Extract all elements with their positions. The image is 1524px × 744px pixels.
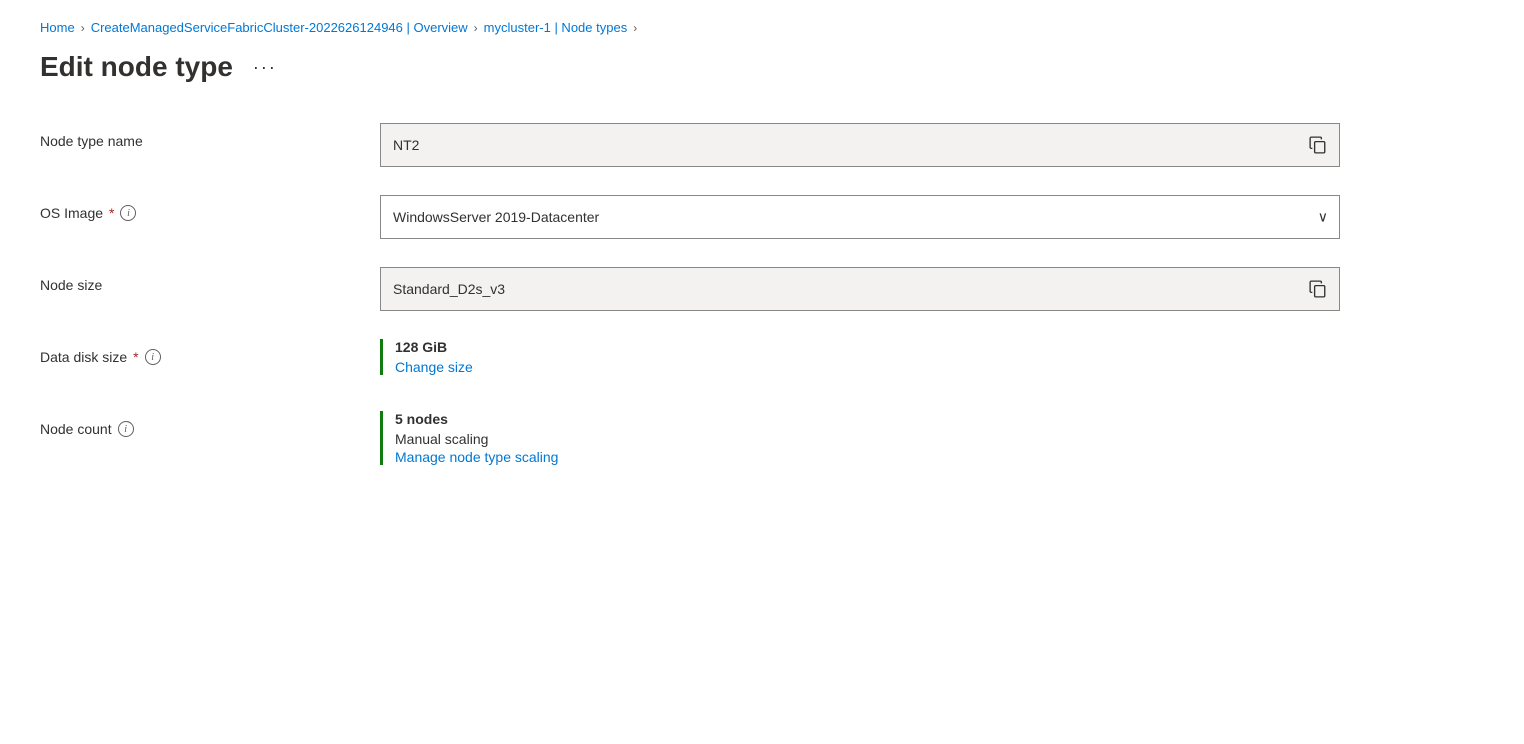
manage-node-scaling-link[interactable]: Manage node type scaling bbox=[395, 449, 558, 465]
node-type-name-label: Node type name bbox=[40, 123, 380, 149]
copy-icon-2 bbox=[1309, 280, 1327, 298]
node-type-name-input-area bbox=[380, 123, 1340, 167]
node-size-wrapper bbox=[380, 267, 1340, 311]
os-image-label: OS Image * i bbox=[40, 195, 380, 221]
os-image-input-area: WindowsServer 2019-Datacenter WindowsSer… bbox=[380, 195, 1340, 239]
node-count-value-bar: 5 nodes Manual scaling Manage node type … bbox=[380, 411, 1340, 465]
breadcrumb-home[interactable]: Home bbox=[40, 20, 75, 35]
change-size-link[interactable]: Change size bbox=[395, 359, 473, 375]
node-type-name-input[interactable] bbox=[380, 123, 1340, 167]
os-image-row: OS Image * i WindowsServer 2019-Datacent… bbox=[40, 195, 1440, 239]
node-count-scaling-type: Manual scaling bbox=[395, 431, 1340, 447]
breadcrumb-node-types[interactable]: mycluster-1 | Node types bbox=[484, 20, 628, 35]
breadcrumb-separator-3: › bbox=[633, 21, 637, 35]
breadcrumb-overview[interactable]: CreateManagedServiceFabricCluster-202262… bbox=[91, 20, 468, 35]
node-count-info-icon[interactable]: i bbox=[118, 421, 134, 437]
more-options-button[interactable]: ··· bbox=[245, 53, 285, 82]
node-count-label: Node count i bbox=[40, 411, 380, 437]
node-size-input-area bbox=[380, 267, 1340, 311]
data-disk-size-required: * bbox=[133, 349, 138, 365]
breadcrumb-separator-2: › bbox=[474, 21, 478, 35]
data-disk-size-label: Data disk size * i bbox=[40, 339, 380, 365]
page-header: Edit node type ··· bbox=[40, 51, 1484, 83]
node-type-name-copy-button[interactable] bbox=[1297, 124, 1339, 166]
os-image-required: * bbox=[109, 205, 114, 221]
node-size-row: Node size bbox=[40, 267, 1440, 311]
node-count-input-area: 5 nodes Manual scaling Manage node type … bbox=[380, 411, 1340, 465]
node-type-name-wrapper bbox=[380, 123, 1340, 167]
node-count-value: 5 nodes bbox=[395, 411, 1340, 427]
os-image-info-icon[interactable]: i bbox=[120, 205, 136, 221]
copy-icon bbox=[1309, 136, 1327, 154]
node-type-name-row: Node type name bbox=[40, 123, 1440, 167]
data-disk-size-row: Data disk size * i 128 GiB Change size bbox=[40, 339, 1440, 383]
node-size-input[interactable] bbox=[380, 267, 1340, 311]
node-count-row: Node count i 5 nodes Manual scaling Mana… bbox=[40, 411, 1440, 465]
data-disk-size-value-bar: 128 GiB Change size bbox=[380, 339, 1340, 375]
node-size-label: Node size bbox=[40, 267, 380, 293]
data-disk-size-value: 128 GiB bbox=[395, 339, 1340, 355]
data-disk-size-input-area: 128 GiB Change size bbox=[380, 339, 1340, 375]
data-disk-size-info-icon[interactable]: i bbox=[145, 349, 161, 365]
node-size-copy-button[interactable] bbox=[1297, 268, 1339, 310]
os-image-select[interactable]: WindowsServer 2019-Datacenter WindowsSer… bbox=[380, 195, 1340, 239]
breadcrumb-separator-1: › bbox=[81, 21, 85, 35]
breadcrumb: Home › CreateManagedServiceFabricCluster… bbox=[40, 20, 1484, 35]
os-image-dropdown-wrapper: WindowsServer 2019-Datacenter WindowsSer… bbox=[380, 195, 1340, 239]
edit-node-type-form: Node type name OS Image * i bbox=[40, 123, 1440, 465]
page-title: Edit node type bbox=[40, 51, 233, 83]
